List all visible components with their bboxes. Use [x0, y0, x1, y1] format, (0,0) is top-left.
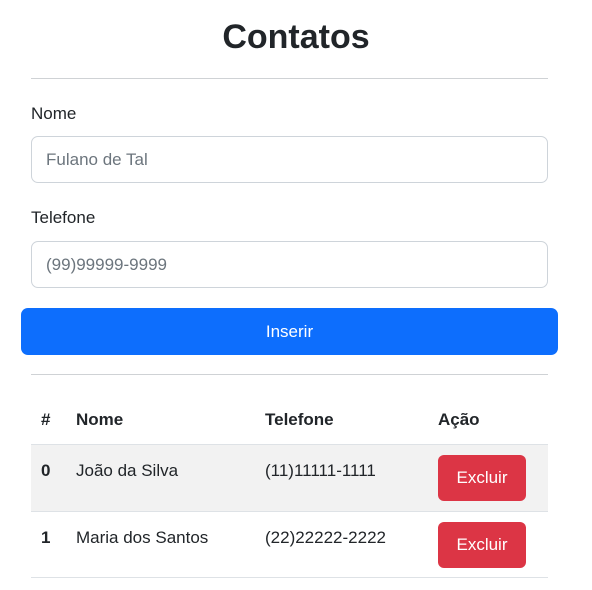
row-telefone: (11)11111-1111	[265, 461, 376, 480]
header-acao: Ação	[438, 410, 480, 429]
telefone-label: Telefone	[31, 208, 96, 227]
mid-divider	[31, 374, 548, 375]
nome-input[interactable]	[31, 136, 548, 183]
contacts-table: # Nome Telefone Ação 0 João da Silva (11…	[31, 396, 548, 578]
header-telefone: Telefone	[265, 410, 334, 429]
table-row: 1 Maria dos Santos (22)22222-2222 Exclui…	[31, 511, 548, 578]
delete-button[interactable]: Excluir	[438, 455, 526, 501]
row-telefone: (22)22222-2222	[265, 528, 386, 547]
table-header: # Nome Telefone Ação	[31, 396, 548, 444]
row-nome: Maria dos Santos	[76, 528, 209, 547]
nome-label: Nome	[31, 104, 77, 123]
telefone-input[interactable]	[31, 241, 548, 288]
row-index: 0	[41, 461, 51, 480]
table-row: 0 João da Silva (11)11111-1111 Excluir	[31, 444, 548, 511]
header-nome: Nome	[76, 410, 124, 429]
header-index: #	[41, 410, 51, 429]
page-title: Contatos	[222, 18, 370, 56]
row-nome: João da Silva	[76, 461, 179, 480]
row-index: 1	[41, 528, 51, 547]
delete-button[interactable]: Excluir	[438, 522, 526, 568]
insert-button[interactable]: Inserir	[21, 308, 558, 355]
top-divider	[31, 78, 548, 79]
